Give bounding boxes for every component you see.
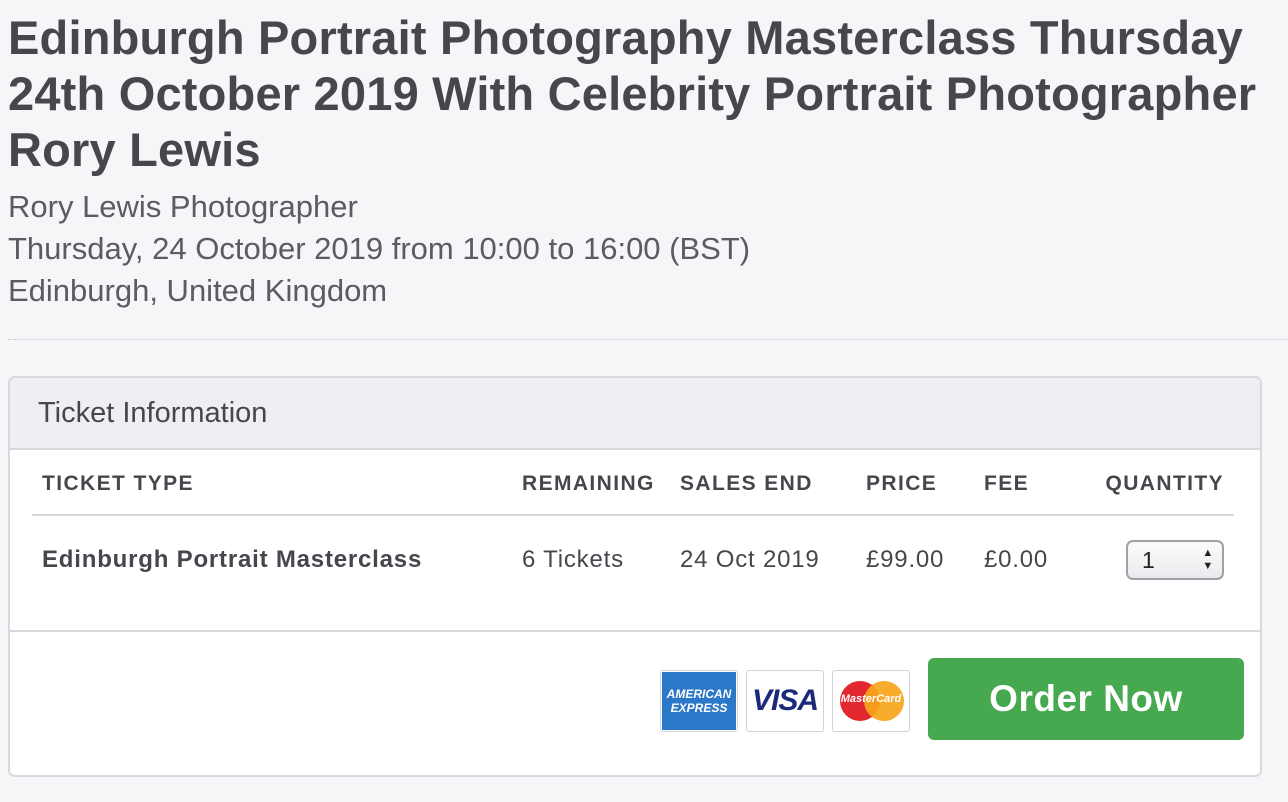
ticket-price: £99.00 (866, 546, 945, 573)
ticket-panel: Ticket Information TICKET TYPE REMAINING… (8, 376, 1262, 777)
column-quantity: QUANTITY (1105, 472, 1224, 495)
mastercard-logo-icon: MasterCard (838, 679, 904, 723)
column-sales-end: SALES END (680, 472, 813, 495)
panel-footer-divider (10, 630, 1260, 632)
column-fee: FEE (984, 472, 1030, 495)
ticket-type-name: Edinburgh Portrait Masterclass (42, 546, 423, 573)
dotted-divider (8, 339, 1288, 340)
amex-line2: EXPRESS (670, 701, 728, 715)
amex-line1: AMERICAN (666, 687, 732, 701)
mastercard-card-logo: MasterCard (832, 670, 910, 732)
column-ticket-type: TICKET TYPE (42, 472, 194, 495)
visa-card-logo: VISA (746, 670, 824, 732)
event-title: Edinburgh Portrait Photography Mastercla… (8, 11, 1257, 176)
ticket-remaining: 6 Tickets (522, 546, 624, 573)
ticket-table-header: TICKET TYPE REMAINING SALES END PRICE FE… (32, 450, 1234, 516)
order-now-button[interactable]: Order Now (928, 658, 1244, 740)
mastercard-text: MasterCard (840, 693, 902, 705)
column-price: PRICE (866, 472, 938, 495)
ticket-panel-heading: Ticket Information (10, 378, 1260, 450)
amex-logo-icon: AMERICAN EXPRESS (662, 672, 736, 730)
event-location: Edinburgh, United Kingdom (8, 273, 388, 308)
quantity-select[interactable]: 1 ▲ ▼ (1126, 540, 1224, 580)
ticket-fee: £0.00 (984, 546, 1049, 573)
select-arrows-icon: ▲ ▼ (1202, 547, 1214, 572)
event-header: Edinburgh Portrait Photography Mastercla… (8, 10, 1278, 312)
event-meta: Rory Lewis Photographer Thursday, 24 Oct… (8, 186, 1278, 312)
quantity-value: 1 (1142, 547, 1156, 573)
organizer-name: Rory Lewis Photographer (8, 189, 358, 224)
ticket-sales-end: 24 Oct 2019 (680, 546, 820, 573)
event-datetime: Thursday, 24 October 2019 from 10:00 to … (8, 231, 751, 266)
table-row: Edinburgh Portrait Masterclass 6 Tickets… (32, 514, 1234, 604)
amex-card-logo: AMERICAN EXPRESS (660, 670, 738, 732)
visa-logo-icon: VISA (751, 684, 819, 717)
column-remaining: REMAINING (522, 472, 655, 495)
